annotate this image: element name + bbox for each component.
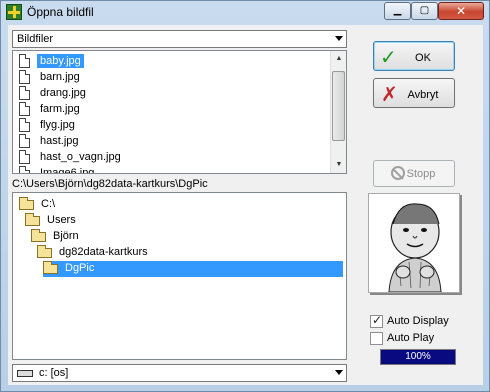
file-name: hast.jpg — [40, 135, 79, 147]
folder-icon — [19, 197, 34, 210]
directory-item[interactable]: C:\ — [19, 197, 343, 213]
file-list-item[interactable]: drang.jpg — [15, 85, 331, 101]
directory-item[interactable]: Björn — [31, 229, 343, 245]
directory-name: DgPic — [65, 262, 95, 274]
file-icon — [19, 150, 30, 164]
window-title: Öppna bildfil — [27, 5, 94, 19]
directory-item[interactable]: dg82data-kartkurs — [37, 245, 343, 261]
maximize-button[interactable]: ▢ — [411, 2, 438, 20]
file-list-item[interactable]: flyg.jpg — [15, 117, 331, 133]
ok-label: OK — [415, 52, 431, 64]
file-name: flyg.jpg — [40, 119, 75, 131]
file-icon — [19, 86, 30, 100]
scroll-thumb[interactable] — [332, 71, 345, 141]
folder-icon — [25, 213, 40, 226]
directory-item[interactable]: DgPic — [43, 261, 343, 277]
file-list-scrollbar[interactable]: ▲ ▼ — [330, 51, 346, 173]
progress-text: 100% — [405, 351, 431, 362]
file-name: baby.jpg — [37, 54, 84, 68]
auto-display-checkbox[interactable]: Auto Display — [370, 313, 480, 329]
drive-select[interactable]: c: [os] — [12, 364, 347, 382]
app-icon — [6, 4, 22, 20]
dialog-client: Bildfiler baby.jpg barn.jpg drang.jpg farm.… — [8, 25, 483, 385]
chevron-down-icon[interactable] — [335, 370, 343, 375]
file-icon — [19, 54, 30, 68]
file-list-item[interactable]: hast.jpg — [15, 133, 331, 149]
file-name: hast_o_vagn.jpg — [40, 151, 121, 163]
ok-button[interactable]: ✓ OK — [373, 41, 455, 71]
auto-display-label: Auto Display — [387, 315, 449, 327]
file-name: farm.jpg — [40, 103, 80, 115]
directory-item[interactable]: Users — [25, 213, 343, 229]
baby-portrait-thumbnail — [369, 194, 459, 293]
directory-name: Users — [47, 214, 76, 226]
file-list-item[interactable]: barn.jpg — [15, 69, 331, 85]
auto-play-label: Auto Play — [387, 332, 435, 344]
folder-icon — [37, 245, 52, 258]
file-icon — [19, 102, 30, 116]
file-icon — [19, 166, 30, 173]
stop-label: Stopp — [406, 168, 436, 180]
load-progress-bar: 100% — [380, 349, 456, 365]
file-type-value: Bildfiler — [17, 33, 54, 45]
title-bar[interactable]: Öppna bildfil ▁ ▢ ✕ — [1, 1, 489, 23]
scroll-up-arrow-icon[interactable]: ▲ — [331, 51, 346, 67]
chevron-down-icon[interactable] — [335, 36, 343, 41]
file-type-select[interactable]: Bildfiler — [12, 30, 347, 48]
file-list[interactable]: baby.jpg barn.jpg drang.jpg farm.jpg flyg.jp… — [12, 50, 347, 174]
file-icon — [19, 134, 30, 148]
directory-name: Björn — [53, 230, 79, 242]
image-preview — [368, 193, 460, 293]
file-icon — [19, 118, 30, 132]
auto-display-box[interactable] — [370, 313, 383, 328]
file-list-item[interactable]: hast_o_vagn.jpg — [15, 149, 331, 165]
folder-icon — [43, 261, 58, 274]
file-name: barn.jpg — [40, 71, 80, 83]
minimize-button[interactable]: ▁ — [384, 2, 411, 20]
current-path: C:\Users\Björn\dg82data-kartkurs\DgPic — [12, 178, 208, 190]
stop-button[interactable]: Stopp — [373, 160, 455, 187]
open-image-dialog: Öppna bildfil ▁ ▢ ✕ Bildfiler baby.jpg ba… — [0, 0, 490, 392]
cancel-label: Avbryt — [407, 89, 439, 101]
drive-icon — [17, 370, 33, 377]
directory-name: C:\ — [41, 198, 56, 210]
directory-name: dg82data-kartkurs — [59, 246, 148, 258]
file-list-item[interactable]: farm.jpg — [15, 101, 331, 117]
file-list-item[interactable]: Image6.jpg — [15, 165, 331, 174]
scroll-down-arrow-icon[interactable]: ▼ — [331, 157, 346, 173]
file-name: Image6.jpg — [40, 167, 95, 174]
directory-tree[interactable]: C:\ Users Björn dg82data-kartkurs DgPic — [12, 192, 347, 360]
file-icon — [19, 70, 30, 84]
drive-value: c: [os] — [39, 367, 69, 379]
cancel-button[interactable]: ✗ Avbryt — [373, 78, 455, 108]
folder-icon — [31, 229, 46, 242]
auto-play-checkbox[interactable]: Auto Play — [370, 331, 480, 346]
file-name: drang.jpg — [40, 87, 86, 99]
file-list-item[interactable]: baby.jpg — [15, 53, 331, 69]
close-button[interactable]: ✕ — [438, 2, 484, 20]
auto-play-box[interactable] — [370, 332, 383, 345]
